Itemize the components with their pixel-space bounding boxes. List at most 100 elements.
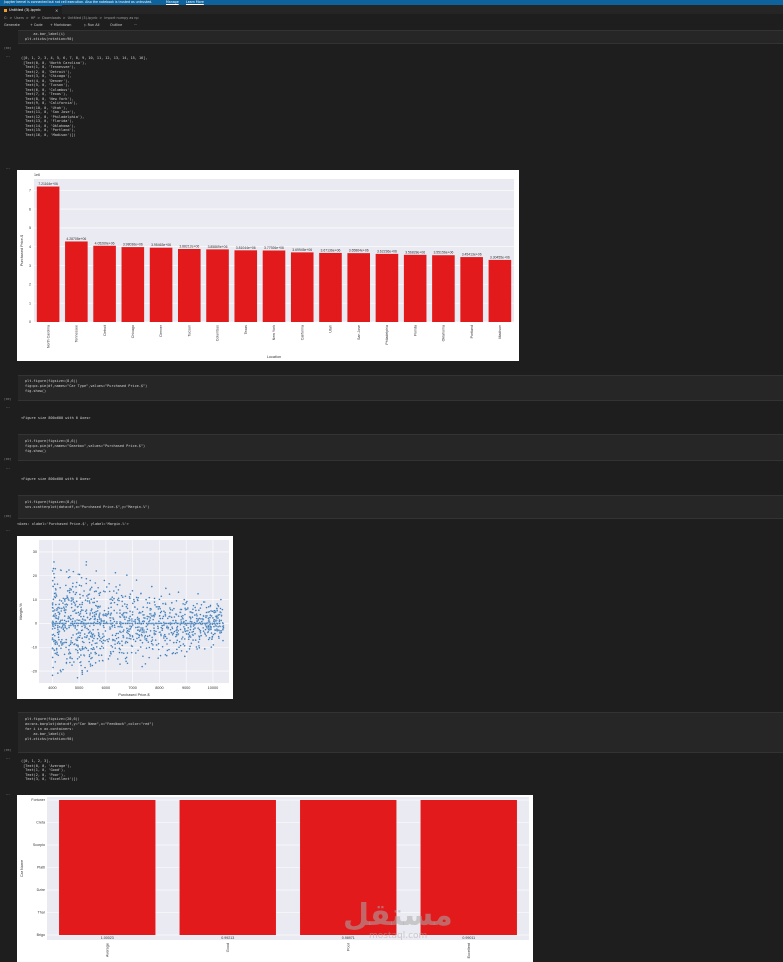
scatter-point bbox=[136, 608, 139, 611]
scatter-point bbox=[140, 633, 143, 636]
scatter-point bbox=[148, 656, 151, 659]
scatter-point bbox=[71, 664, 74, 667]
bar-chart-svg: 0 1 2 3 4 5 6 7 7.21164e+06 North Carolina 4.28705… bbox=[20, 173, 514, 359]
breadcrumb-item[interactable]: C: bbox=[4, 16, 8, 20]
scatter-point bbox=[204, 633, 207, 636]
scatter-point bbox=[86, 616, 89, 619]
code-cell-2[interactable]: plt.figure(figsize=(8,6)) fig=px.pie(df,… bbox=[18, 375, 783, 401]
scatter-point bbox=[65, 570, 68, 573]
scatter-point bbox=[123, 618, 126, 621]
scatter-point bbox=[83, 633, 86, 636]
scatter-point bbox=[104, 614, 107, 617]
scatter-point bbox=[182, 621, 185, 624]
scatter-point bbox=[138, 611, 141, 614]
scatter-point bbox=[131, 622, 134, 625]
scatter-point bbox=[196, 620, 199, 623]
scatter-point bbox=[58, 644, 61, 647]
breadcrumb-item[interactable]: import numpy as np bbox=[104, 16, 138, 20]
scatter-point bbox=[126, 603, 129, 606]
scatter-point bbox=[164, 603, 167, 606]
scatter-point bbox=[123, 603, 126, 606]
scatter-point bbox=[118, 642, 121, 645]
breadcrumb-item[interactable]: Downloads bbox=[42, 16, 61, 20]
scatter-point bbox=[134, 652, 137, 655]
bar-data-label: 3.62236e+06 bbox=[377, 249, 397, 253]
scatter-point bbox=[176, 622, 179, 625]
scatter-point bbox=[107, 657, 110, 660]
scatter-point bbox=[136, 599, 139, 602]
breadcrumb-item[interactable]: Untitled (3).ipynb bbox=[68, 16, 98, 20]
scatter-point bbox=[202, 601, 205, 604]
scatter-point bbox=[136, 629, 139, 632]
breadcrumb-item[interactable]: HP bbox=[31, 16, 36, 20]
scatter-point bbox=[196, 647, 199, 650]
scatter-point bbox=[52, 633, 55, 636]
scatter-point bbox=[95, 569, 98, 572]
scatter-point bbox=[93, 648, 96, 651]
scatter-point bbox=[89, 657, 92, 660]
output-menu-icon[interactable]: ··· bbox=[6, 466, 10, 471]
scatter-point bbox=[205, 625, 208, 628]
code-cell-1[interactable]: ax.bar_label(i) plt.xticks(rotation=90) bbox=[18, 30, 783, 44]
scatter-point bbox=[81, 673, 84, 676]
output-menu-icon[interactable]: ··· bbox=[6, 405, 10, 410]
scatter-point bbox=[51, 579, 54, 582]
scatter-point bbox=[194, 632, 197, 635]
code-cell-3[interactable]: plt.figure(figsize=(8,6)) fig=px.pie(df,… bbox=[18, 434, 783, 461]
scatter-point bbox=[162, 624, 165, 627]
scatter-point bbox=[75, 591, 78, 594]
scatter-point bbox=[51, 656, 54, 659]
code-cell-4[interactable]: plt.figure(figsize=(8,6)) sns.scatterplo… bbox=[18, 495, 783, 519]
scatter-point bbox=[118, 584, 121, 587]
scatter-point bbox=[164, 611, 167, 614]
scatter-point bbox=[118, 599, 121, 602]
scatter-point bbox=[75, 581, 78, 584]
editor-tab-bar: Untitled (3).ipynb × bbox=[0, 5, 783, 14]
scatter-point bbox=[131, 611, 134, 614]
add-code-cell-button[interactable]: + Code bbox=[30, 21, 43, 29]
scatter-point bbox=[79, 610, 82, 613]
scatter-point bbox=[176, 625, 179, 628]
scatter-point bbox=[72, 661, 75, 664]
scatter-point bbox=[142, 613, 145, 616]
scatter-point bbox=[162, 610, 165, 613]
more-actions-button[interactable]: ··· bbox=[134, 21, 137, 29]
breadcrumb-item[interactable]: Users bbox=[14, 16, 24, 20]
generate-button[interactable]: Generate bbox=[4, 21, 20, 29]
scatter-point bbox=[198, 628, 201, 631]
scatter-point bbox=[58, 622, 61, 625]
close-icon[interactable]: × bbox=[55, 6, 58, 15]
scatter-point bbox=[56, 583, 59, 586]
scatter-point bbox=[109, 614, 112, 617]
scatter-point bbox=[217, 625, 220, 628]
scatter-point bbox=[138, 622, 141, 625]
scatter-point bbox=[59, 669, 62, 672]
y-tick-label: 5 bbox=[29, 226, 31, 230]
tab-untitled-notebook[interactable]: Untitled (3).ipynb × bbox=[0, 5, 62, 14]
add-markdown-cell-button[interactable]: + Markdown bbox=[50, 21, 71, 29]
scatter-point bbox=[76, 624, 79, 627]
scatter-point bbox=[80, 664, 83, 667]
output-menu-icon[interactable]: ··· bbox=[6, 528, 10, 533]
scatter-point bbox=[184, 619, 187, 622]
scatter-point bbox=[111, 616, 114, 619]
scatter-point bbox=[177, 615, 180, 618]
scatter-point bbox=[146, 601, 149, 604]
output-menu-icon[interactable]: ··· bbox=[6, 756, 10, 761]
scatter-point bbox=[121, 644, 124, 647]
scatter-point bbox=[194, 639, 197, 642]
run-all-button[interactable]: ▷ Run All bbox=[84, 21, 99, 29]
x-tick-label: Utah bbox=[329, 325, 333, 333]
scatter-point bbox=[84, 619, 87, 622]
output-menu-icon[interactable]: ··· bbox=[6, 166, 10, 171]
scatter-point bbox=[172, 619, 175, 622]
output-menu-icon[interactable]: ··· bbox=[6, 54, 10, 59]
code-cell-5[interactable]: plt.figure(figsize=(20,6)) ax=sns.barplo… bbox=[18, 712, 783, 753]
scatter-point bbox=[138, 634, 141, 637]
price-margin-scatter-plot: 4000 5000 6000 7000 8000 9000 10000 -20 -10 0 10 20… bbox=[17, 536, 233, 699]
scatter-point bbox=[164, 587, 167, 590]
outline-button[interactable]: Outline bbox=[110, 21, 122, 29]
bar-data-label: 3.95463e+06 bbox=[151, 243, 171, 247]
execution-count: [00] bbox=[4, 514, 12, 518]
output-menu-icon[interactable]: ··· bbox=[6, 792, 10, 797]
